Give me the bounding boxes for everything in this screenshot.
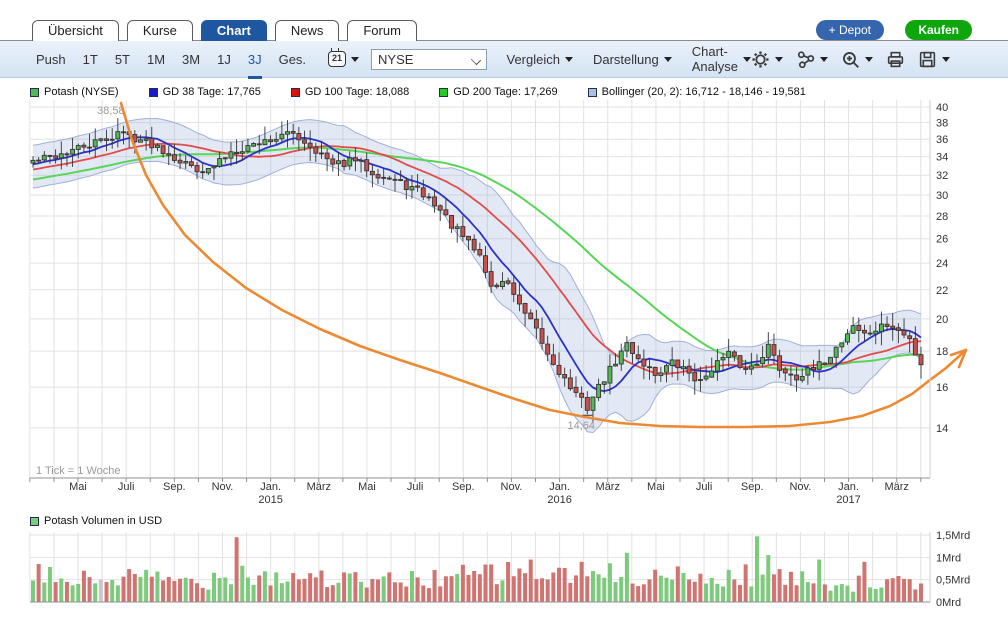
tab-forum[interactable]: Forum [347,20,417,41]
svg-text:22: 22 [936,285,948,297]
tab-kurse[interactable]: Kurse [127,20,193,41]
svg-text:38,58: 38,58 [97,105,125,117]
svg-text:Sep.: Sep. [452,481,475,493]
svg-text:Mai: Mai [647,481,665,493]
tab-bersicht[interactable]: Übersicht [32,20,119,41]
volume-legend-swatch [30,517,39,526]
svg-text:16: 16 [936,382,948,394]
svg-text:32: 32 [936,170,948,182]
chart-page: ÜbersichtKurseChartNewsForum + Depot Kau… [0,0,1008,630]
svg-text:18: 18 [936,346,948,358]
svg-text:März: März [307,481,331,493]
svg-text:Mai: Mai [358,481,376,493]
svg-text:Mai: Mai [69,481,87,493]
svg-text:0Mrd: 0Mrd [936,597,961,609]
svg-text:Sep.: Sep. [163,481,186,493]
svg-text:Nov.: Nov. [501,481,523,493]
tabbar: Übersicht Kurse Chart News Forum [32,20,417,41]
svg-text:14: 14 [936,423,948,435]
svg-text:1 Tick = 1 Woche: 1 Tick = 1 Woche [36,465,120,477]
svg-text:1,5Mrd: 1,5Mrd [936,530,970,542]
svg-text:0,5Mrd: 0,5Mrd [936,575,970,587]
svg-text:März: März [596,481,620,493]
svg-text:40: 40 [936,102,948,114]
svg-text:2016: 2016 [547,494,571,506]
tab-news[interactable]: News [275,20,340,41]
volume-legend: Potash Volumen in USD [30,515,162,527]
svg-text:Juli: Juli [118,481,135,493]
svg-text:März: März [884,481,908,493]
svg-text:38: 38 [936,118,948,130]
svg-text:30: 30 [936,190,948,202]
svg-text:26: 26 [936,234,948,246]
tab-chart[interactable]: Chart [201,20,267,41]
svg-text:Nov.: Nov. [789,481,811,493]
svg-text:Jan.: Jan. [549,481,570,493]
svg-text:20: 20 [936,314,948,326]
svg-text:Sep.: Sep. [741,481,764,493]
volume-legend-label: Potash Volumen in USD [44,515,162,527]
svg-text:14,64: 14,64 [568,420,596,432]
svg-text:2017: 2017 [836,494,860,506]
svg-text:Jan.: Jan. [838,481,859,493]
svg-text:Juli: Juli [696,481,713,493]
svg-text:2015: 2015 [258,494,282,506]
svg-text:Nov.: Nov. [212,481,234,493]
svg-text:28: 28 [936,211,948,223]
svg-text:Jan.: Jan. [260,481,281,493]
svg-text:24: 24 [936,258,948,270]
svg-text:1Mrd: 1Mrd [936,552,961,564]
chart-canvas[interactable]: 38,58 14,64 40 38 36 34 32 30 28 26 24 22 20 18 16 14 1,… [0,0,1008,630]
svg-text:36: 36 [936,134,948,146]
svg-text:Juli: Juli [407,481,424,493]
svg-text:34: 34 [936,152,948,164]
